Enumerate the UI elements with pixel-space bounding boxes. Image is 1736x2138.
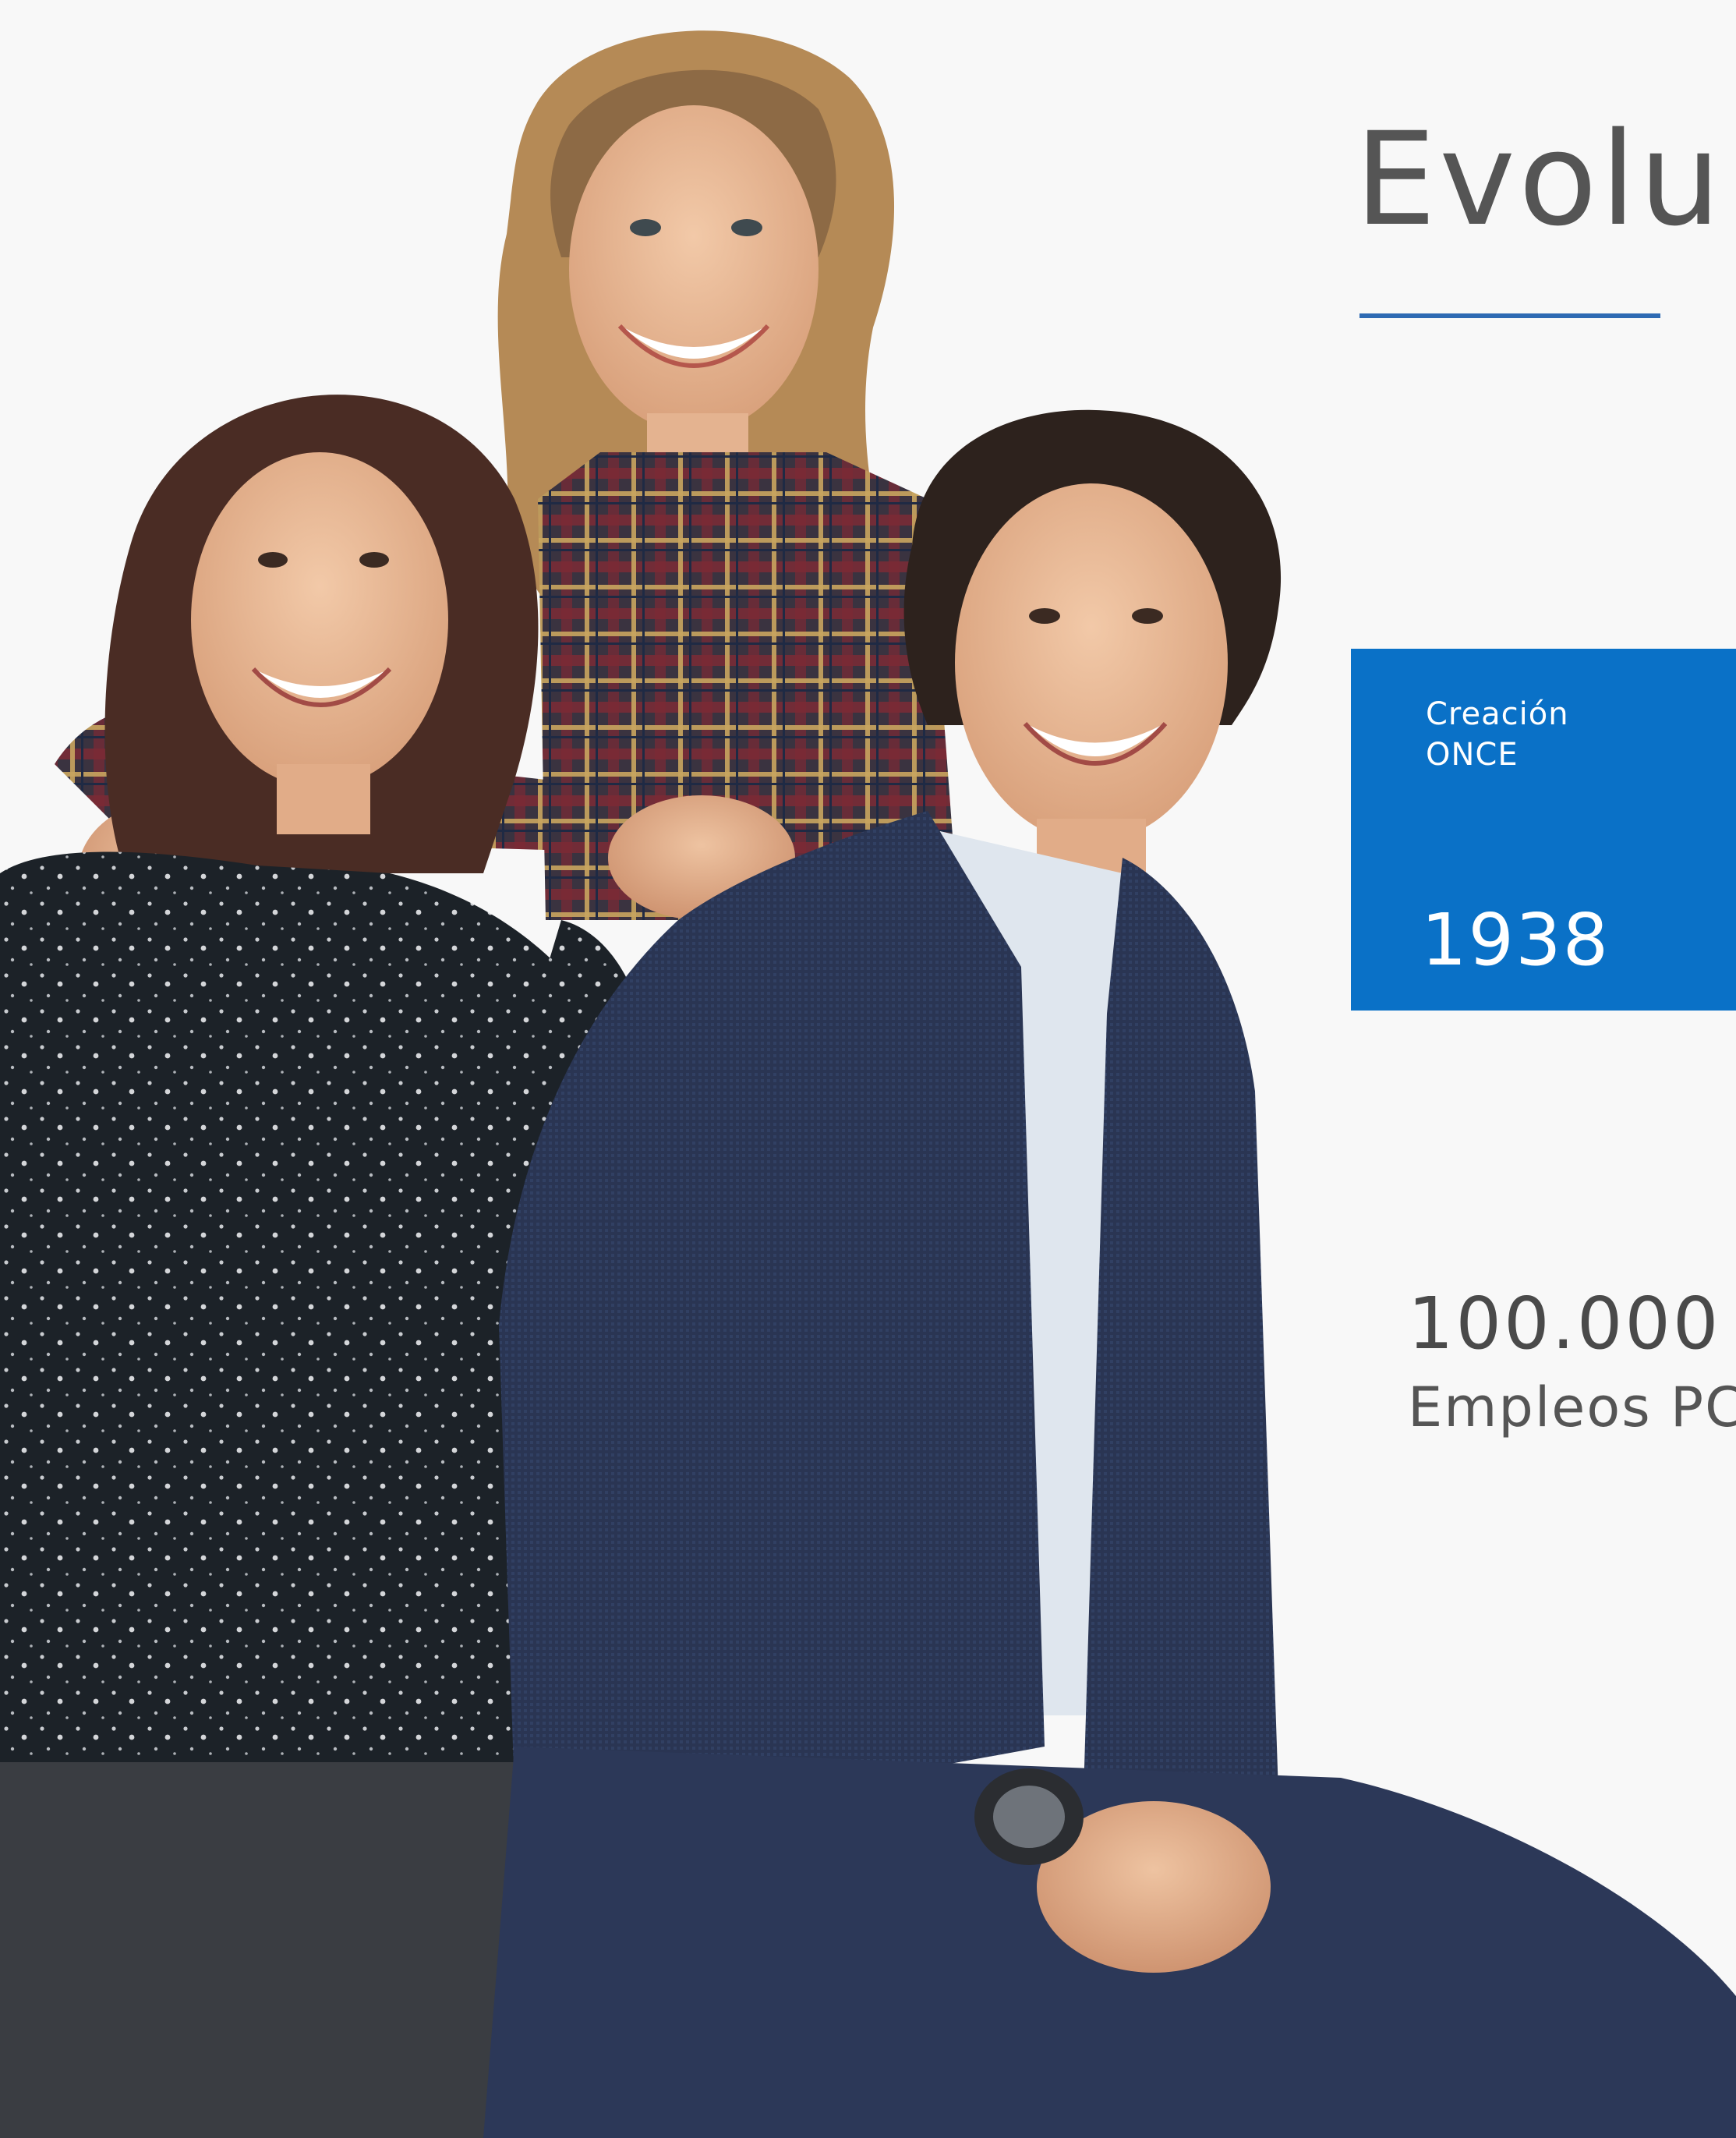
card-label: Creación ONCE bbox=[1426, 694, 1569, 775]
title-underline bbox=[1359, 313, 1660, 318]
stat-label: Empleos PC bbox=[1408, 1375, 1736, 1439]
page-title: Evolu bbox=[1355, 104, 1724, 254]
year-card: Creación ONCE 1938 bbox=[1351, 649, 1736, 1011]
team-photo bbox=[0, 0, 1736, 2138]
stat-value: 100.000 bbox=[1408, 1282, 1721, 1365]
page: Evolu Creación ONCE 1938 100.000 Empleos… bbox=[0, 0, 1736, 2138]
card-year: 1938 bbox=[1421, 898, 1610, 982]
card-label-line-2: ONCE bbox=[1426, 737, 1519, 773]
card-label-line-1: Creación bbox=[1426, 696, 1569, 732]
